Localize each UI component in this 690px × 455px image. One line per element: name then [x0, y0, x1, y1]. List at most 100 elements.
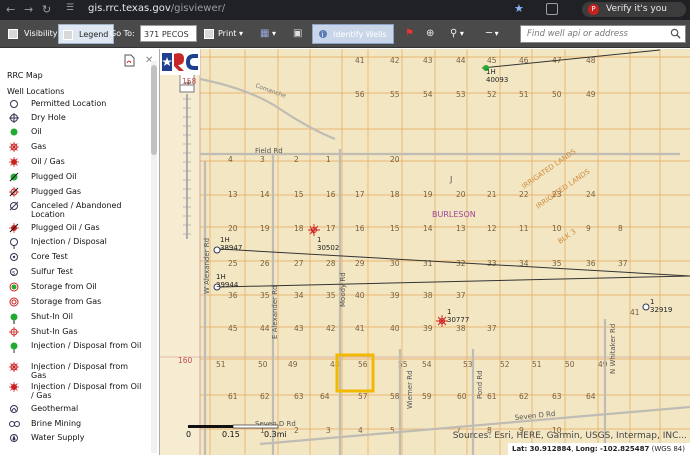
section-number: 16	[326, 190, 336, 199]
legend-item-label: Shut-In Oil	[31, 312, 73, 321]
section-number: 33	[487, 259, 497, 268]
section-number: 51	[519, 90, 529, 99]
crosshair-icon: ⊕	[426, 28, 435, 39]
plugged-oil-icon	[9, 172, 19, 182]
section-number: 1	[326, 155, 331, 164]
coordinate-readout: Lat: 30.912884, Long: -102.825487 (WGS 8…	[508, 443, 690, 455]
road-label: Field Rd	[255, 147, 283, 155]
legend-scrollbar[interactable]	[151, 61, 157, 453]
section-number: 3	[260, 155, 265, 164]
back-icon[interactable]: ←	[6, 3, 15, 16]
oil-gas-icon	[9, 157, 19, 167]
identify-wells-button[interactable]: i Identify Wells ▾	[312, 24, 394, 59]
section-number: 50	[565, 360, 575, 369]
injection-gas-icon	[9, 362, 19, 372]
section-number: 9	[586, 224, 591, 233]
svg-text:i: i	[322, 31, 324, 39]
section-number: 20	[456, 190, 466, 199]
section-number: 53	[456, 90, 466, 99]
map-margin-area	[160, 49, 200, 455]
datum-label: (WGS 84)	[651, 445, 685, 453]
site-info-icon[interactable]: ☰	[66, 3, 74, 13]
permitted-well-marker	[642, 303, 650, 311]
section-number: 35	[260, 291, 270, 300]
section-number: 49	[288, 360, 298, 369]
road-label: E Alexander Rd	[271, 285, 279, 339]
section-number: 38	[423, 291, 433, 300]
section-number: 35	[326, 291, 336, 300]
print-button[interactable]: Print ▾	[202, 24, 247, 44]
legend-item-label: Core Test	[31, 252, 68, 261]
pdf-icon[interactable]	[124, 54, 135, 67]
section-number: 41	[355, 56, 365, 65]
area-label: BURLESON	[432, 210, 476, 219]
legend-item-label: Oil / Gas	[31, 157, 65, 166]
print-icon	[204, 29, 214, 39]
measure-button[interactable]: ─ ▾	[482, 24, 503, 44]
profile-verify-chip[interactable]: P Verify it's you	[582, 2, 686, 17]
section-number: 53	[463, 360, 473, 369]
identify-icon: i	[319, 30, 327, 39]
zoom-button[interactable]: ⚲ ▾	[446, 24, 468, 44]
search-icon[interactable]	[670, 28, 681, 39]
visibility-label: Visibility	[24, 29, 58, 38]
car-button[interactable]: ▣	[289, 24, 306, 44]
legend-scrollbar-thumb[interactable]	[151, 65, 157, 155]
locate-button[interactable]: ⊕	[422, 24, 438, 44]
section-number: 62	[519, 392, 529, 401]
well-id-label: 1H	[216, 273, 226, 281]
section-number: 61	[228, 392, 238, 401]
section-number: 51	[216, 360, 226, 369]
block-number: 158	[182, 77, 197, 86]
extensions-icon[interactable]	[546, 3, 558, 15]
legend-item-label: Permitted Location	[31, 99, 107, 108]
permitted-location-icon	[10, 100, 18, 108]
section-number: 45	[487, 56, 497, 65]
section-number: 11	[519, 224, 529, 233]
print-label: Print	[218, 29, 237, 38]
svg-text:s: s	[12, 270, 15, 277]
injection-oil-gas-icon	[9, 382, 19, 392]
goto-input[interactable]: 371 PECOS	[140, 25, 197, 42]
zoom-slider-handle[interactable]	[179, 84, 195, 93]
road-label: Pond Rd	[476, 370, 484, 399]
section-number: 58	[390, 392, 400, 401]
legend-item-label: Injection / Disposal from Oil / Gas	[31, 382, 142, 400]
well-api-label: 30777	[447, 316, 469, 324]
search-placeholder: Find well api or address	[527, 29, 628, 39]
section-number: 44	[456, 56, 466, 65]
magnifier-icon: ⚲	[450, 28, 458, 39]
block-number: 160	[178, 356, 193, 365]
well-id-label: 1	[650, 298, 654, 306]
ruler-icon: ─	[486, 28, 493, 39]
section-number: 20	[228, 224, 238, 233]
map-canvas[interactable]: 4142434445464748565554535251504943212013…	[160, 49, 690, 455]
section-number: 24	[586, 190, 596, 199]
layers-grid-button[interactable]: ▦ ▾	[256, 24, 280, 44]
flag-button[interactable]: ⚑	[401, 24, 418, 44]
oil-icon	[10, 128, 18, 136]
well-id-label: 1H	[486, 68, 496, 76]
legend-item-label: Dry Hole	[31, 113, 66, 122]
forward-icon[interactable]: →	[24, 3, 33, 16]
address-bar[interactable]: gis.rrc.texas.gov/gisviewer/	[88, 3, 225, 14]
well-api-label: 40093	[486, 76, 508, 84]
dry-hole-icon	[9, 113, 19, 123]
section-number: 17	[326, 224, 336, 233]
section-number: 39	[390, 291, 400, 300]
well-search-input[interactable]: Find well api or address	[520, 25, 686, 43]
plugged-gas-icon	[9, 187, 19, 197]
section-number: 63	[552, 392, 562, 401]
bookmark-star-icon[interactable]: ★	[514, 2, 524, 15]
visibility-button[interactable]: Visibility	[4, 24, 58, 44]
area-label: J	[449, 175, 452, 184]
section-number: 50	[258, 360, 268, 369]
reload-icon[interactable]: ↻	[42, 3, 51, 16]
road-label: Moody Rd	[339, 272, 347, 307]
section-number: 18	[294, 224, 304, 233]
map-view[interactable]: 4142434445464748565554535251504943212013…	[160, 49, 690, 455]
well-api-label: 38947	[220, 244, 242, 252]
section-number: 40	[355, 291, 365, 300]
section-number: 37	[487, 324, 497, 333]
section-number: 28	[326, 259, 336, 268]
